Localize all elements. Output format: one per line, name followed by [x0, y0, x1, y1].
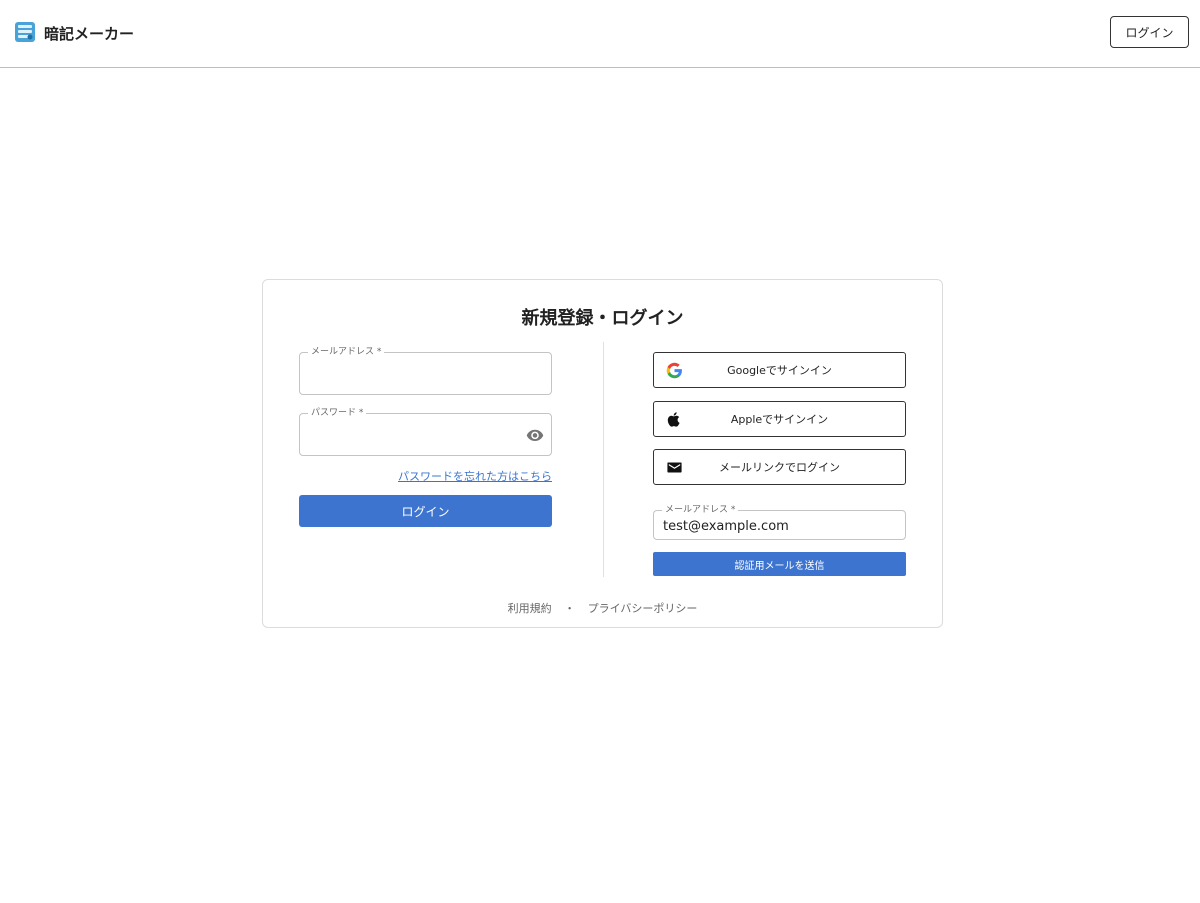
- google-signin-button[interactable]: Googleでサインイン: [653, 352, 906, 388]
- app-title: 暗記メーカー: [44, 25, 135, 43]
- login-button[interactable]: ログイン: [299, 495, 552, 527]
- auth-card: 新規登録・ログイン メールアドレス * パスワード * パスワードを忘れた方はこ…: [262, 279, 943, 628]
- privacy-policy-link[interactable]: プライバシーポリシー: [588, 602, 698, 615]
- forgot-password-link[interactable]: パスワードを忘れた方はこちら: [299, 468, 552, 484]
- magic-link-email-field[interactable]: メールアドレス *: [653, 504, 906, 540]
- terms-link[interactable]: 利用規約: [508, 602, 552, 615]
- footer-links: 利用規約 ・ プライバシーポリシー: [263, 600, 942, 616]
- password-field[interactable]: パスワード *: [299, 407, 552, 456]
- apple-signin-label: Appleでサインイン: [730, 413, 829, 426]
- email-field[interactable]: メールアドレス *: [299, 346, 552, 395]
- mail-link-login-button[interactable]: メールリンクでログイン: [653, 449, 906, 485]
- column-divider: [603, 342, 604, 577]
- magic-link-email-input[interactable]: [663, 514, 895, 538]
- header-login-button[interactable]: ログイン: [1110, 16, 1189, 48]
- apple-signin-button[interactable]: Appleでサインイン: [653, 401, 906, 437]
- eye-icon[interactable]: [526, 426, 544, 444]
- card-title: 新規登録・ログイン: [521, 308, 684, 329]
- email-input[interactable]: [310, 361, 541, 385]
- mail-link-login-label: メールリンクでログイン: [719, 461, 840, 474]
- footer-separator: ・: [564, 602, 576, 615]
- apple-icon: [666, 411, 683, 428]
- email-field-label: メールアドレス *: [308, 346, 385, 358]
- google-signin-label: Googleでサインイン: [727, 364, 832, 377]
- send-auth-email-button[interactable]: 認証用メールを送信: [653, 552, 906, 576]
- app-header: 暗記メーカー ログイン: [0, 0, 1200, 68]
- mail-icon: [666, 459, 683, 476]
- notebook-stack-icon: [14, 21, 36, 43]
- password-input[interactable]: [310, 422, 517, 446]
- google-icon: [666, 362, 683, 379]
- password-field-label: パスワード *: [308, 407, 367, 419]
